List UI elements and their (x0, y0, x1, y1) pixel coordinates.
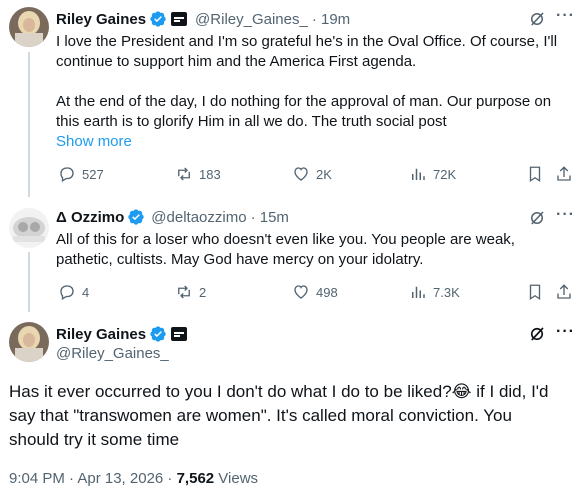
post-text-line: At the end of the day, I do nothing for … (56, 93, 552, 110)
views-count: 7.3K (433, 284, 460, 300)
handle[interactable]: @deltaozzimo (151, 209, 246, 226)
heart-icon (294, 167, 308, 181)
main-text-line-2: say that "transwomen are women". It's ca… (9, 406, 512, 425)
share-icon[interactable] (555, 283, 573, 301)
repost-button[interactable]: 183 (175, 165, 221, 183)
heart-icon (294, 285, 308, 299)
avatar[interactable] (9, 7, 49, 47)
like-count: 498 (316, 284, 338, 300)
views-label: Views (214, 470, 259, 487)
post-time[interactable]: · 15m (251, 209, 289, 226)
affiliation-badge-icon (171, 327, 188, 341)
grok-icon[interactable] (528, 209, 546, 227)
more-options-icon[interactable]: ··· (556, 323, 575, 341)
post-timestamp[interactable]: 9:04 PM · Apr 13, 2026 · (9, 470, 177, 487)
repost-count: 2 (199, 284, 207, 300)
main-text-segment: if I did, I'd (471, 382, 549, 401)
like-button[interactable]: 498 (292, 283, 338, 301)
post-text-line: continue to support him and the America … (56, 53, 417, 70)
post-meta: 9:04 PM · Apr 13, 2026 · 7,562 Views (9, 470, 258, 487)
like-count: 2K (316, 166, 332, 182)
post-text-line: All of this for a loser who doesn't even… (56, 231, 515, 248)
repost-icon (178, 285, 190, 299)
views-count: 7,562 (176, 470, 215, 487)
verified-badge-icon (150, 326, 166, 342)
avatar[interactable] (9, 322, 49, 362)
avatar[interactable] (9, 208, 49, 248)
reply-count: 527 (82, 166, 104, 182)
thread-line (28, 252, 30, 312)
handle[interactable]: @Riley_Gaines_ (56, 345, 169, 362)
reply-count: 4 (82, 284, 90, 300)
more-options-icon[interactable]: ··· (556, 206, 575, 224)
verified-badge-icon (150, 11, 166, 27)
reply-icon (60, 167, 74, 182)
post-text-line: this earth is to glorify Him in all we d… (56, 113, 447, 130)
grok-icon[interactable] (528, 10, 546, 28)
repost-icon (178, 167, 190, 181)
reply-icon (60, 285, 74, 300)
bookmark-icon[interactable] (526, 165, 544, 183)
handle[interactable]: @Riley_Gaines_ (195, 11, 308, 28)
affiliation-badge-icon (171, 12, 188, 26)
display-name[interactable]: Δ Ozzimo (56, 209, 124, 226)
main-text-line-1: Has it ever occurred to you I don't do w… (9, 380, 574, 404)
grok-icon[interactable] (528, 325, 546, 343)
bookmark-icon[interactable] (526, 283, 544, 301)
post-time[interactable]: · 19m (312, 11, 350, 28)
views-icon (412, 286, 425, 298)
views-count: 72K (433, 166, 457, 182)
share-icon[interactable] (555, 165, 573, 183)
verified-badge-icon (128, 209, 144, 225)
post-text-line: I love the President and I'm so grateful… (56, 33, 558, 50)
views-icon (412, 168, 425, 180)
more-options-icon[interactable]: ··· (556, 7, 575, 25)
display-name[interactable]: Riley Gaines (56, 11, 146, 28)
like-button[interactable]: 2K (292, 165, 332, 183)
views-button[interactable]: 7.3K (409, 283, 460, 301)
repost-button[interactable]: 2 (175, 283, 206, 301)
repost-count: 183 (199, 166, 221, 182)
main-text-segment: Has it ever occurred to you I don't do w… (9, 382, 452, 401)
thread-line (28, 52, 30, 197)
display-name[interactable]: Riley Gaines (56, 326, 146, 343)
main-text-line-3: should try it some time (9, 430, 180, 449)
laughing-emoji-icon: 😂 (451, 382, 472, 401)
reply-button[interactable]: 527 (58, 165, 104, 183)
reply-button[interactable]: 4 (58, 283, 89, 301)
show-more-link[interactable]: Show more (56, 132, 576, 152)
views-button[interactable]: 72K (409, 165, 456, 183)
post-text-line: pathetic, cultists. May God have mercy o… (56, 251, 424, 268)
